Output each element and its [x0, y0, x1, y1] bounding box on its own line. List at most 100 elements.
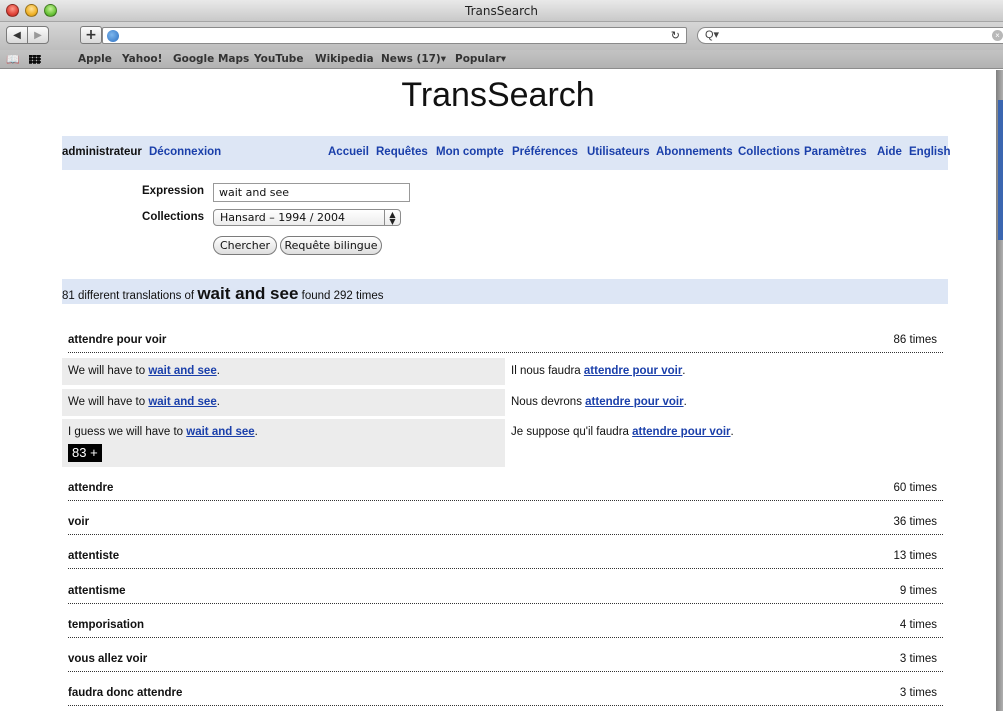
example-text: . [682, 365, 686, 377]
example-text: . [216, 396, 220, 408]
translation-count: 13 times [893, 550, 937, 562]
bookmark-yahoo[interactable]: Yahoo! [122, 53, 162, 65]
translation-row[interactable]: attentisme 9 times [68, 578, 943, 604]
translation-term[interactable]: attendre pour voir [68, 334, 166, 346]
bookmark-youtube[interactable]: YouTube [254, 53, 303, 65]
back-button[interactable]: ◀ [6, 26, 28, 44]
results-summary: 81 different translations of wait and se… [62, 284, 383, 304]
translation-count: 9 times [899, 585, 937, 597]
example-text: . [254, 426, 258, 438]
nav-link-abonnements[interactable]: Abonnements [656, 146, 733, 158]
example-highlight-link[interactable]: attendre pour voir [585, 396, 683, 408]
bookmarks-bar: 📖 Apple Yahoo! Google Maps YouTube Wikip… [0, 50, 1003, 69]
bookmark-apple[interactable]: Apple [78, 53, 112, 65]
plus-icon: + [85, 27, 97, 43]
expression-input[interactable]: wait and see [213, 183, 410, 202]
example-text: Nous devrons [511, 396, 586, 408]
forward-button[interactable]: ▶ [27, 26, 49, 44]
nav-logout-link[interactable]: Déconnexion [149, 146, 221, 158]
translation-term[interactable]: vous allez voir [68, 653, 147, 665]
example-highlight-link[interactable]: wait and see [148, 365, 216, 377]
nav-bar: administrateur Déconnexion Accueil Requê… [62, 136, 951, 170]
search-icon: Q▾ [705, 29, 720, 41]
address-bar[interactable]: ↻ [102, 27, 687, 44]
example-highlight-link[interactable]: wait and see [186, 426, 254, 438]
clear-search-icon[interactable]: × [992, 30, 1003, 41]
example-highlight-link[interactable]: attendre pour voir [584, 365, 682, 377]
translation-term[interactable]: faudra donc attendre [68, 687, 182, 699]
translation-row[interactable]: attendre 60 times [68, 475, 943, 501]
translation-count: 60 times [893, 482, 937, 494]
example-text: Je suppose qu'il faudra [511, 426, 633, 438]
expression-label: Expression [142, 185, 204, 197]
translation-count: 3 times [899, 653, 937, 665]
example-english: We will have to wait and see. [62, 389, 505, 416]
translation-row[interactable]: attentiste 13 times [68, 543, 943, 569]
browser-toolbar: ◀ ▶ + ↻ Q▾ × [0, 22, 1003, 50]
page-content: TransSearch administrateur Déconnexion A… [0, 70, 996, 711]
nav-link-english[interactable]: English [909, 146, 951, 158]
translation-term[interactable]: voir [68, 516, 89, 528]
back-arrow-icon: ◀ [13, 29, 21, 41]
example-english: I guess we will have to wait and see. 83… [62, 419, 505, 467]
example-text: Il nous faudra [511, 365, 584, 377]
nav-link-requetes[interactable]: Requêtes [376, 146, 428, 158]
translation-row[interactable]: vous allez voir 3 times [68, 646, 943, 672]
bookmark-popular[interactable]: Popular▾ [455, 53, 506, 65]
collections-label: Collections [142, 211, 204, 223]
example-french: Il nous faudra attendre pour voir. [511, 365, 686, 377]
translation-term[interactable]: attendre [68, 482, 113, 494]
translation-term[interactable]: temporisation [68, 619, 144, 631]
example-text: . [730, 426, 734, 438]
example-french: Je suppose qu'il faudra attendre pour vo… [511, 426, 734, 438]
example-text: We will have to [68, 365, 149, 377]
example-text: I guess we will have to [68, 426, 187, 438]
example-text: . [216, 365, 220, 377]
nav-user-name: administrateur [62, 146, 142, 158]
nav-link-aide[interactable]: Aide [877, 146, 902, 158]
select-updown-icon: ▲ ▼ [384, 210, 400, 226]
translation-row[interactable]: voir 36 times [68, 509, 943, 535]
search-button[interactable]: Chercher [213, 236, 277, 255]
translation-term[interactable]: attentisme [68, 585, 126, 597]
translation-row[interactable]: temporisation 4 times [68, 612, 943, 638]
window-title: TransSearch [465, 4, 538, 18]
example-text: We will have to [68, 396, 149, 408]
translation-count: 36 times [893, 516, 937, 528]
nav-link-utilisateurs[interactable]: Utilisateurs [587, 146, 650, 158]
nav-link-preferences[interactable]: Préférences [512, 146, 578, 158]
page-title: TransSearch [401, 76, 595, 114]
add-bookmark-button[interactable]: + [80, 26, 102, 44]
bookmark-news[interactable]: News (17)▾ [381, 53, 446, 65]
example-french: Nous devrons attendre pour voir. [511, 396, 687, 408]
bookmark-google-maps[interactable]: Google Maps [173, 53, 249, 65]
translation-row[interactable]: attendre pour voir 86 times [68, 327, 943, 353]
bookmarks-book-icon[interactable]: 📖 [6, 53, 20, 66]
nav-link-accueil[interactable]: Accueil [328, 146, 369, 158]
collections-select[interactable]: Hansard – 1994 / 2004 ▲ ▼ [213, 209, 401, 226]
results-prefix: 81 different translations of [62, 290, 195, 302]
results-summary-bar: 81 different translations of wait and se… [62, 279, 948, 304]
example-english: We will have to wait and see. [62, 358, 505, 385]
search-input[interactable]: Q▾ × [697, 27, 1003, 44]
results-suffix: found 292 times [301, 290, 384, 302]
translation-row[interactable]: faudra donc attendre 3 times [68, 680, 943, 706]
example-highlight-link[interactable]: wait and see [148, 396, 216, 408]
translation-count: 3 times [899, 687, 937, 699]
translation-count: 86 times [893, 334, 937, 346]
bilingual-query-button[interactable]: Requête bilingue [280, 236, 382, 255]
more-results-badge[interactable]: 83 + [68, 444, 102, 462]
reload-icon[interactable]: ↻ [671, 29, 680, 42]
nav-link-collections[interactable]: Collections [738, 146, 800, 158]
nav-link-parametres[interactable]: Paramètres [804, 146, 867, 158]
results-query: wait and see [197, 284, 299, 303]
bookmark-wikipedia[interactable]: Wikipedia [315, 53, 374, 65]
example-text: . [683, 396, 687, 408]
translation-count: 4 times [899, 619, 937, 631]
background-window-edge [998, 100, 1003, 240]
top-sites-grid-icon[interactable] [29, 55, 41, 64]
nav-link-mon-compte[interactable]: Mon compte [436, 146, 504, 158]
example-highlight-link[interactable]: attendre pour voir [632, 426, 730, 438]
translation-term[interactable]: attentiste [68, 550, 119, 562]
forward-arrow-icon: ▶ [34, 29, 42, 41]
